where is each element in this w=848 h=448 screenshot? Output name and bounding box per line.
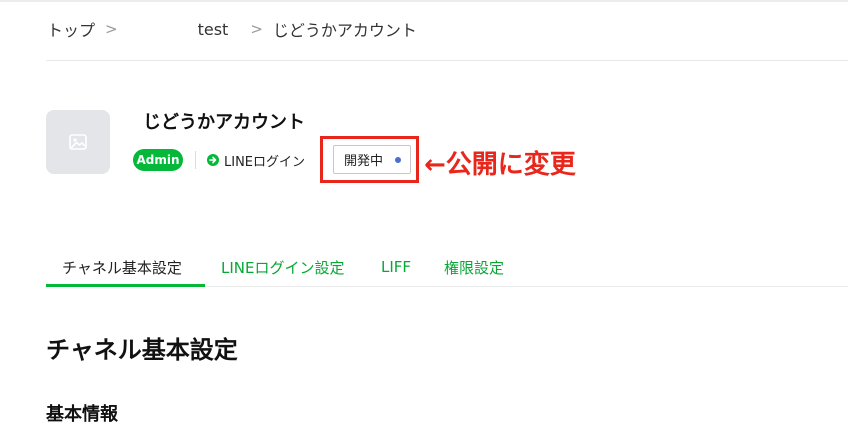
tab-basic-settings[interactable]: チャネル基本設定 <box>62 247 182 287</box>
breadcrumb-item-channel: じどうかアカウント <box>272 21 417 40</box>
channel-type-label: LINEログイン <box>224 154 306 170</box>
breadcrumb-item-top[interactable]: トップ <box>47 17 95 41</box>
status-dot-icon <box>395 156 402 163</box>
active-tab-indicator <box>46 284 205 287</box>
annotation-text: ←公開に変更 <box>424 150 576 180</box>
subsection-title: 基本情報 <box>46 404 118 425</box>
tab-permissions[interactable]: 権限設定 <box>444 247 504 287</box>
channel-type: LINEログイン <box>207 149 305 171</box>
breadcrumb-divider <box>46 60 848 61</box>
line-login-icon <box>207 154 219 166</box>
role-badge: Admin <box>133 149 183 171</box>
top-border <box>0 0 848 2</box>
section-title: チャネル基本設定 <box>46 336 238 364</box>
breadcrumb-separator: > <box>250 20 263 38</box>
image-placeholder-icon <box>69 134 87 150</box>
breadcrumb-item-provider[interactable]: test <box>198 20 229 39</box>
breadcrumb-separator: > <box>105 20 118 38</box>
breadcrumb: トップ > test > じどうかアカウント <box>47 17 417 41</box>
channel-avatar[interactable] <box>46 110 110 174</box>
tab-bar: チャネル基本設定 LINEログイン設定 LIFF 権限設定 <box>46 247 848 287</box>
tab-line-login-settings[interactable]: LINEログイン設定 <box>221 247 344 287</box>
channel-name: じどうかアカウント <box>143 112 305 133</box>
channel-status-button[interactable]: 開発中 <box>333 145 411 174</box>
divider <box>195 151 196 169</box>
tab-liff[interactable]: LIFF <box>381 247 411 287</box>
channel-status-label: 開発中 <box>344 154 384 169</box>
